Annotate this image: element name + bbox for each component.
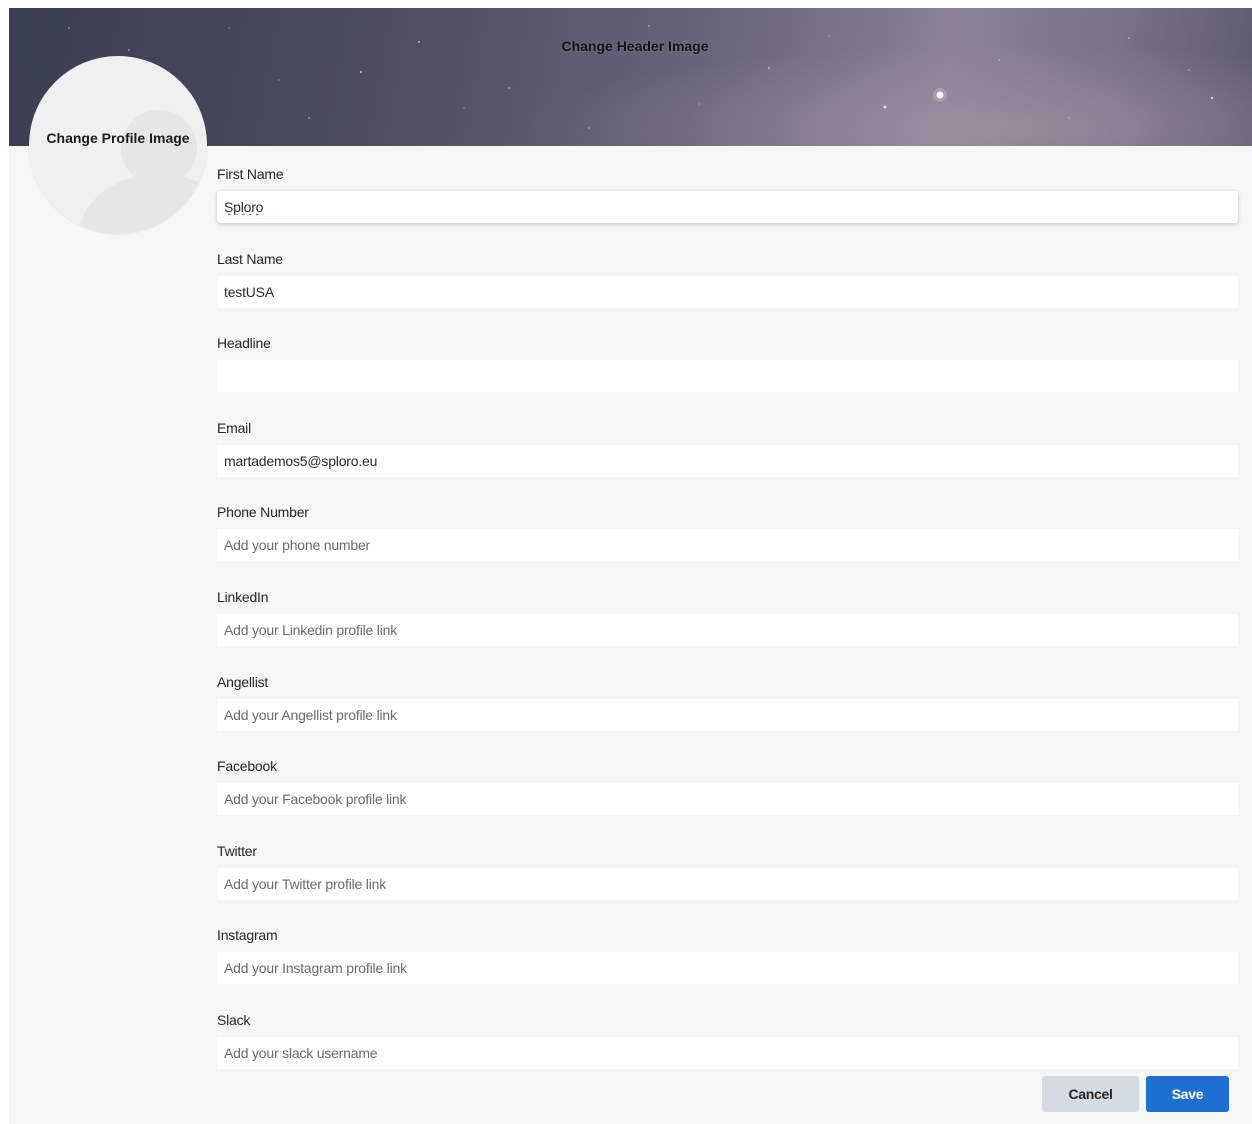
field-last-name: Last Name bbox=[217, 239, 1238, 324]
facebook-label: Facebook bbox=[217, 758, 277, 775]
change-header-image-label[interactable]: Change Header Image bbox=[9, 38, 1252, 54]
first-name-input[interactable] bbox=[217, 191, 1238, 223]
email-label: Email bbox=[217, 419, 252, 436]
profile-edit-panel: Change Header Image Change Profile Image… bbox=[9, 8, 1252, 1124]
angellist-label: Angellist bbox=[217, 673, 269, 690]
twitter-input[interactable] bbox=[217, 867, 1238, 900]
save-button[interactable]: Save bbox=[1146, 1076, 1229, 1112]
angellist-input[interactable] bbox=[217, 698, 1238, 731]
phone-number-label: Phone Number bbox=[217, 504, 309, 521]
facebook-input[interactable] bbox=[217, 783, 1238, 816]
last-name-label: Last Name bbox=[217, 250, 283, 267]
last-name-input[interactable] bbox=[217, 275, 1238, 308]
field-headline: Headline bbox=[217, 323, 1238, 408]
slack-label: Slack bbox=[217, 1011, 251, 1028]
twitter-label: Twitter bbox=[217, 842, 257, 859]
field-instagram: Instagram bbox=[217, 915, 1238, 1000]
field-first-name: First Name bbox=[217, 154, 1238, 239]
instagram-label: Instagram bbox=[217, 927, 278, 944]
field-slack: Slack bbox=[217, 1000, 1238, 1085]
headline-label: Headline bbox=[217, 335, 271, 352]
headline-input[interactable] bbox=[217, 360, 1238, 393]
field-phone-number: Phone Number bbox=[217, 492, 1238, 577]
profile-form: First Name Last Name Headline Email Phon… bbox=[217, 154, 1238, 1085]
linkedin-label: LinkedIn bbox=[217, 588, 269, 605]
cancel-button[interactable]: Cancel bbox=[1042, 1076, 1139, 1112]
field-linkedin: LinkedIn bbox=[217, 577, 1238, 662]
slack-input[interactable] bbox=[217, 1036, 1238, 1069]
email-input[interactable] bbox=[217, 444, 1238, 477]
phone-number-input[interactable] bbox=[217, 529, 1238, 562]
field-email: Email bbox=[217, 408, 1238, 493]
field-angellist: Angellist bbox=[217, 662, 1238, 747]
field-twitter: Twitter bbox=[217, 831, 1238, 916]
field-facebook: Facebook bbox=[217, 746, 1238, 831]
profile-image[interactable]: Change Profile Image bbox=[29, 56, 207, 234]
first-name-label: First Name bbox=[217, 166, 284, 182]
change-profile-image-label[interactable]: Change Profile Image bbox=[29, 130, 207, 146]
instagram-input[interactable] bbox=[217, 952, 1238, 985]
linkedin-input[interactable] bbox=[217, 613, 1238, 646]
